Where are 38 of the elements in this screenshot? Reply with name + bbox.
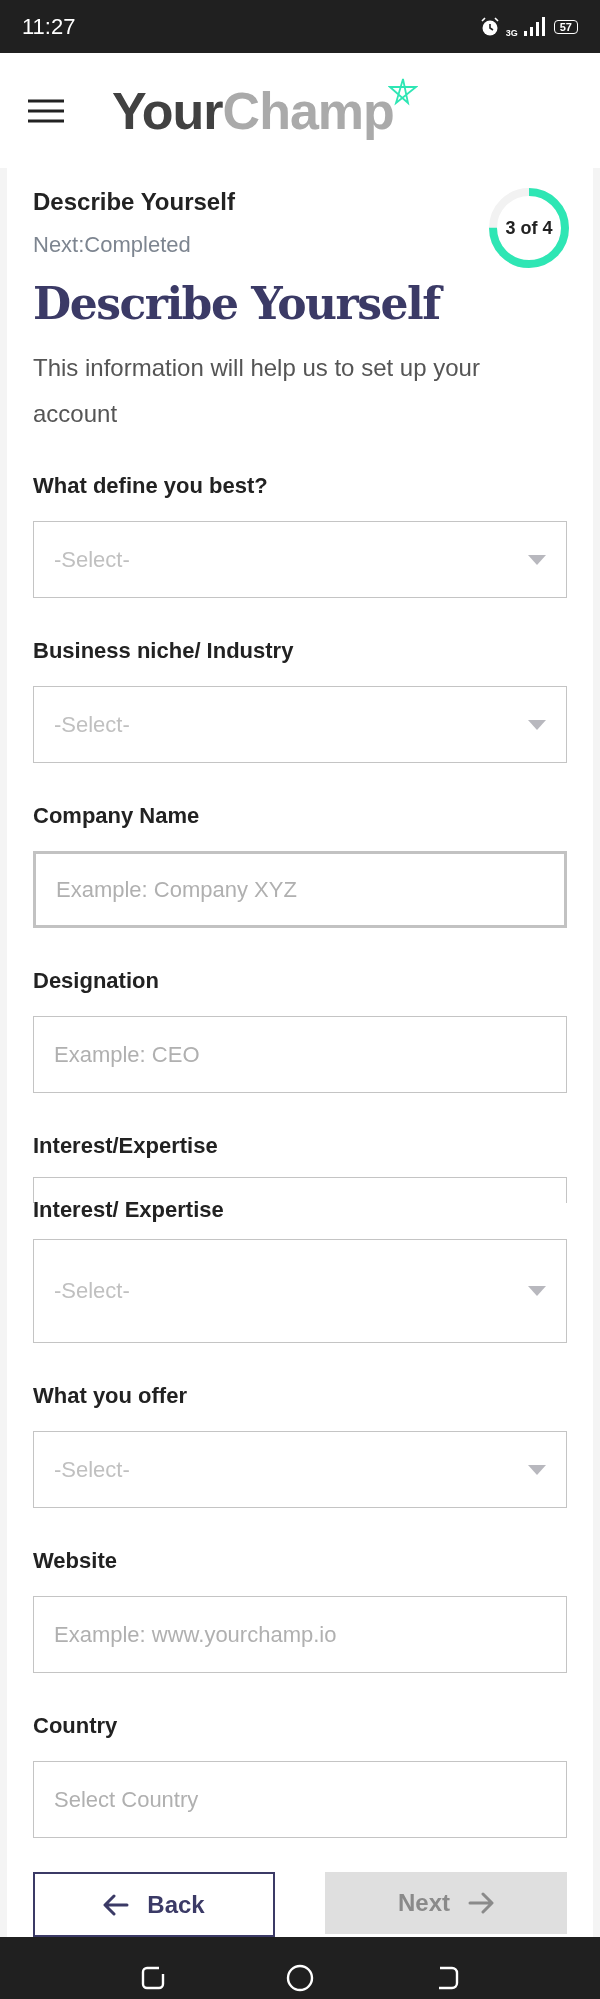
field-label: Country [33, 1713, 119, 1739]
input-field[interactable]: Example: CEO [33, 1016, 567, 1093]
back-button[interactable]: Back [33, 1872, 275, 1937]
logo: YourChamp [112, 80, 418, 141]
select-field[interactable]: -Select- [33, 686, 567, 763]
input-field[interactable]: Example: www.yourchamp.io [33, 1596, 567, 1673]
field-label: Interest/Expertise [33, 1133, 219, 1159]
alarm-icon [479, 16, 500, 37]
menu-icon[interactable] [28, 98, 64, 123]
select-field[interactable]: -Select- [33, 521, 567, 598]
progress-text: 3 of 4 [504, 216, 554, 240]
status-time: 11:27 [22, 13, 76, 40]
field-label: Interest/ Expertise [33, 1197, 225, 1223]
caret-icon [528, 1286, 546, 1296]
arrow-left-icon [103, 1893, 130, 1916]
recents-icon[interactable] [140, 1964, 166, 1991]
intro-text: This information will help us to set up your account [33, 353, 481, 429]
field-label: Company Name [33, 803, 201, 829]
field-label: Business niche/ Industry [33, 638, 295, 664]
arrow-right-icon [468, 1892, 494, 1914]
battery-level: 57 [553, 19, 578, 34]
field-label: Website [33, 1548, 118, 1574]
next-step-text: Next:Completed [33, 232, 192, 258]
caret-icon [528, 719, 546, 730]
field-label: What define you best? [33, 473, 269, 499]
caret-icon [528, 1464, 546, 1475]
select-field[interactable]: -Select- [33, 1239, 567, 1343]
signal-icon [523, 16, 548, 37]
home-icon[interactable] [286, 1963, 314, 1992]
field-label: What you offer [33, 1383, 188, 1409]
field-label: Designation [33, 968, 160, 994]
step-title: Describe Yourself [33, 188, 235, 216]
input-field[interactable]: Example: Company XYZ [33, 851, 567, 928]
input-field[interactable]: Select Country [33, 1761, 567, 1838]
caret-icon [528, 554, 546, 565]
select-field[interactable]: -Select- [33, 1431, 567, 1508]
network-type: 3G [505, 27, 518, 38]
page-heading: Describe Yourself [33, 278, 567, 329]
